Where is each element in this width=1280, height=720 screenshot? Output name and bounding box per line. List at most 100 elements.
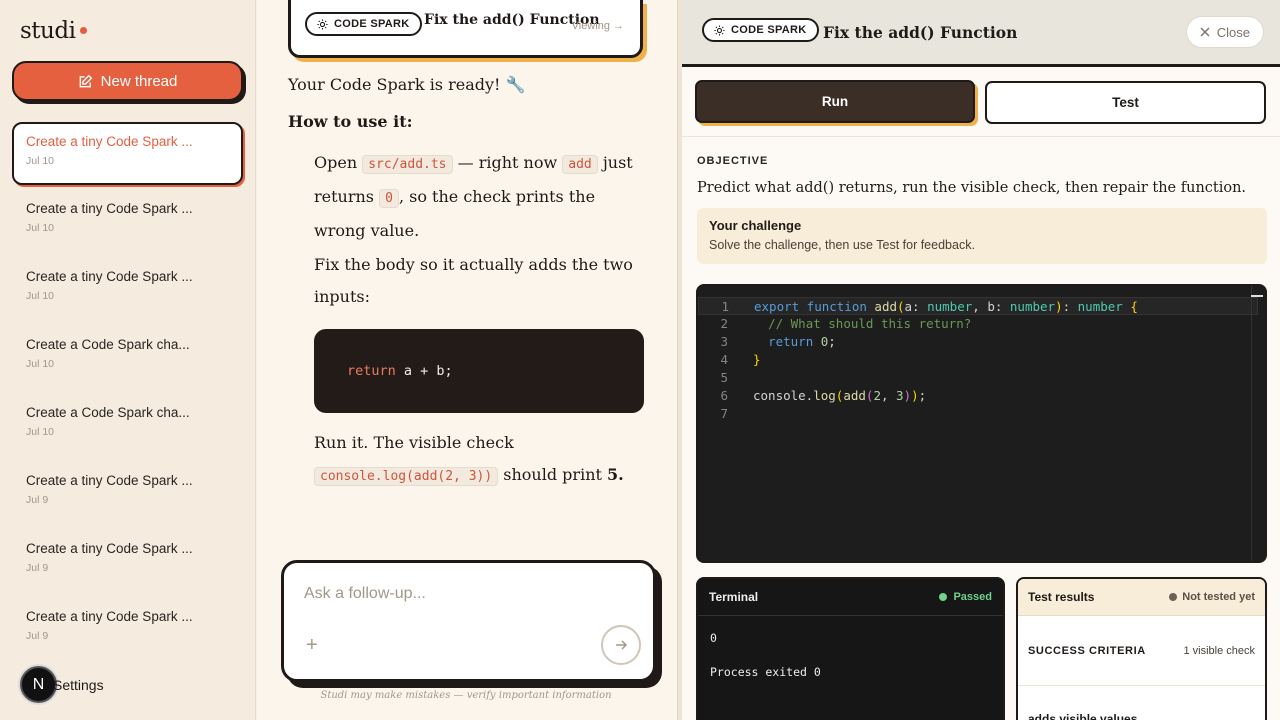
objective-text: Predict what add() returns, run the visi…: [697, 180, 1247, 196]
step-3: Run it. The visible check console.log(ad…: [314, 427, 648, 493]
text: Open: [314, 152, 358, 172]
inline-code-zero: 0: [379, 188, 399, 208]
thread-date: Jul 9: [26, 494, 49, 506]
code-text: a + b;: [395, 362, 453, 379]
panel-header: CODE SPARK Fix the add() Function Close: [682, 0, 1280, 67]
not-tested-status: Not tested yet: [1169, 591, 1255, 603]
thread-item[interactable]: Create a tiny Code Spark ... Jul 9: [12, 461, 243, 525]
line-number: 4: [720, 352, 728, 367]
editor-line[interactable]: 6 console.log(add(2, 3));: [698, 387, 1258, 405]
divider: [682, 136, 1280, 137]
editor-line[interactable]: 5: [698, 369, 1258, 387]
sidebar: studi New thread Create a tiny Code Spar…: [0, 0, 256, 720]
thread-date: Jul 10: [26, 358, 55, 370]
code-spark-badge: CODE SPARK: [702, 18, 819, 42]
close-label: Close: [1216, 24, 1250, 40]
inline-code-console: console.log(add(2, 3)): [314, 466, 499, 486]
settings-label: Settings: [53, 676, 104, 693]
thread-title: Create a tiny Code Spark ...: [26, 473, 193, 488]
terminal-title: Terminal: [709, 590, 759, 604]
tests-title: Test results: [1028, 590, 1095, 604]
line-number: 3: [720, 334, 728, 349]
step-1: Open src/add.ts — right now add just ret…: [314, 147, 648, 247]
badge-label: CODE SPARK: [731, 24, 807, 36]
new-thread-label: New thread: [100, 72, 178, 90]
text: Run it. The visible check: [314, 432, 514, 452]
close-button[interactable]: Close: [1185, 16, 1264, 48]
viewing-status: Viewing →: [571, 20, 624, 32]
test-results-panel: Test results Not tested yet SUCCESS CRIT…: [1016, 577, 1267, 720]
test-results-header: Test results Not tested yet: [1018, 579, 1265, 616]
scroll-thumb[interactable]: [1251, 295, 1263, 297]
logo-dot: [80, 27, 88, 34]
thread-date: Jul 9: [26, 562, 49, 574]
thread-item[interactable]: Create a Code Spark cha... Jul 10: [12, 325, 243, 389]
inline-code-file: src/add.ts: [362, 154, 453, 174]
line-number: 7: [720, 406, 728, 421]
code-editor[interactable]: 1 export function add(a: number, b: numbe…: [696, 284, 1267, 563]
inline-code-fn: add: [562, 154, 598, 174]
app-logo[interactable]: studi: [20, 18, 88, 44]
follow-up-input[interactable]: [304, 585, 624, 603]
thread-item[interactable]: Create a tiny Code Spark ... Jul 9: [12, 597, 243, 661]
thread-date: Jul 9: [26, 630, 49, 642]
thread-title: Create a tiny Code Spark ...: [26, 541, 193, 556]
code-spark-panel: CODE SPARK Fix the add() Function Close …: [682, 0, 1280, 720]
thread-item[interactable]: Create a Code Spark cha... Jul 10: [12, 393, 243, 457]
avatar[interactable]: N: [20, 666, 57, 703]
new-thread-button[interactable]: New thread: [12, 61, 243, 101]
compose-icon: [79, 74, 92, 87]
sun-icon: [317, 18, 328, 30]
thread-date: Jul 10: [26, 426, 55, 438]
text: — right now: [457, 152, 558, 172]
thread-title: Create a tiny Code Spark ...: [26, 134, 193, 149]
output-line: 0: [710, 631, 717, 645]
code-spark-card[interactable]: CODE SPARK Fix the add() Function Viewin…: [288, 0, 643, 58]
test-button[interactable]: Test: [985, 81, 1266, 124]
send-button[interactable]: [601, 625, 641, 665]
settings-link[interactable]: N Settings: [20, 666, 104, 703]
status-label: Not tested yet: [1182, 591, 1255, 603]
passed-status: Passed: [939, 591, 992, 603]
thread-date: Jul 10: [26, 290, 55, 302]
line-number: 1: [721, 299, 729, 314]
thread-item-active[interactable]: Create a tiny Code Spark ... Jul 10: [12, 122, 243, 185]
thread-item[interactable]: Create a tiny Code Spark ... Jul 10: [12, 189, 243, 253]
editor-line[interactable]: 3 return 0;: [698, 333, 1258, 351]
thread-item[interactable]: Create a tiny Code Spark ... Jul 9: [12, 529, 243, 593]
disclaimer: Studi may make mistakes — verify importa…: [320, 690, 612, 701]
thread-title: Create a tiny Code Spark ...: [26, 269, 193, 284]
objective-label: OBJECTIVE: [697, 155, 769, 167]
code-block: return a + b;: [314, 328, 644, 413]
panel-title: Fix the add() Function: [823, 23, 1018, 42]
ready-text: Your Code Spark is ready! 🔧: [288, 75, 526, 94]
thread-title: Create a Code Spark cha...: [26, 405, 190, 420]
thread-item[interactable]: Create a tiny Code Spark ... Jul 10: [12, 257, 243, 321]
editor-line[interactable]: 2 // What should this return?: [698, 315, 1258, 333]
challenge-title: Your challenge: [709, 218, 802, 233]
line-number: 2: [720, 316, 728, 331]
plus-icon[interactable]: +: [306, 634, 318, 657]
editor-line[interactable]: 7: [698, 405, 1258, 423]
code-keyword: return: [347, 362, 396, 379]
criteria-count: 1 visible check: [1183, 644, 1255, 657]
logo-text: studi: [20, 18, 76, 44]
arrow-right-icon: [616, 640, 628, 650]
terminal-panel: Terminal Passed 0 Process exited 0: [696, 577, 1005, 720]
text: should print: [503, 464, 602, 484]
howto-heading: How to use it:: [288, 111, 413, 131]
challenge-text: Solve the challenge, then use Test for f…: [709, 238, 975, 252]
status-dot-icon: [1169, 593, 1178, 601]
thread-list: Create a tiny Code Spark ... Jul 10 Crea…: [12, 122, 243, 665]
thread-title: Create a Code Spark cha...: [26, 337, 190, 352]
close-icon: [1200, 27, 1210, 37]
editor-scrollbar[interactable]: [1251, 286, 1265, 561]
editor-line[interactable]: 4}: [698, 351, 1258, 369]
success-criteria-row: SUCCESS CRITERIA 1 visible check: [1018, 616, 1265, 686]
thread-title: Create a tiny Code Spark ...: [26, 201, 193, 216]
assistant-message: Your Code Spark is ready! 🔧 How to use i…: [288, 72, 648, 493]
expected-value: 5.: [607, 464, 624, 484]
editor-line[interactable]: 1 export function add(a: number, b: numbe…: [698, 297, 1258, 315]
run-button[interactable]: Run: [695, 80, 975, 123]
thread-title: Create a tiny Code Spark ...: [26, 609, 193, 624]
